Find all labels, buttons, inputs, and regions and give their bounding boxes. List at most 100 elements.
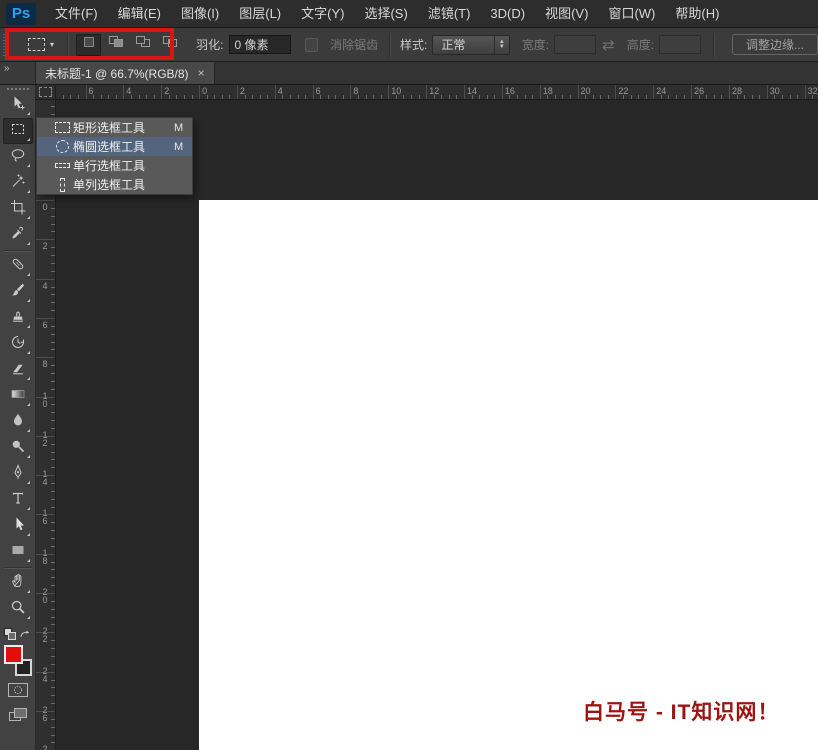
foreground-color-swatch[interactable] xyxy=(3,645,23,664)
ruler-tick xyxy=(36,357,55,359)
default-colors-icon[interactable] xyxy=(3,628,16,640)
ruler-tick xyxy=(214,95,216,99)
horizontal-ruler[interactable]: 6 4 2 0 2 4 6 8 10 12 14 16 18 20 22 24 26 28 30 32 xyxy=(56,85,818,100)
height-input[interactable] xyxy=(659,35,702,54)
flyout-item-rect-marquee[interactable]: 矩形选框工具 M xyxy=(37,118,192,137)
quick-mask-button[interactable] xyxy=(3,679,33,701)
ruler-tick xyxy=(577,85,579,99)
flyout-corner-icon xyxy=(26,403,30,406)
ruler-tick xyxy=(494,95,496,99)
blur-tool[interactable] xyxy=(3,409,33,435)
rectangular-marquee-tool-icon xyxy=(10,121,26,142)
ruler-label: 1 2 xyxy=(42,429,48,448)
antialias-label: 消除锯齿 xyxy=(330,38,379,52)
flyout-corner-icon xyxy=(26,559,30,562)
ruler-tick xyxy=(51,113,55,115)
subtract-from-selection-button[interactable] xyxy=(130,34,155,56)
style-select[interactable]: 正常 ▲ ▼ xyxy=(432,34,510,55)
ruler-tick xyxy=(51,255,55,256)
tab-close-icon[interactable]: × xyxy=(198,67,205,79)
flyout-item-ellipse-marquee[interactable]: 椭圆选框工具 M xyxy=(37,137,192,156)
menu-item-edit[interactable]: 编辑(E) xyxy=(108,0,171,28)
move-tool[interactable] xyxy=(3,92,33,118)
tools-panel-collapse-button[interactable]: » xyxy=(0,62,36,84)
eyedropper-tool[interactable] xyxy=(3,222,33,248)
intersect-selection-button[interactable] xyxy=(157,34,182,56)
flyout-item-single-row-marquee[interactable]: 单行选框工具 xyxy=(37,156,192,175)
ruler-tick xyxy=(51,703,55,704)
menu-item-layer[interactable]: 图层(L) xyxy=(229,0,291,28)
brush-tool[interactable] xyxy=(3,279,33,305)
menu-item-3d[interactable]: 3D(D) xyxy=(480,0,535,28)
screen-mode-button[interactable] xyxy=(3,704,33,726)
menu-item-view[interactable]: 视图(V) xyxy=(535,0,598,28)
type-tool[interactable] xyxy=(3,487,33,513)
ruler-tick xyxy=(274,85,276,99)
ruler-label: 24 xyxy=(656,86,667,96)
ruler-label: 2 6 xyxy=(42,704,48,723)
menu-item-help[interactable]: 帮助(H) xyxy=(665,0,729,28)
dodge-tool[interactable] xyxy=(3,435,33,461)
ruler-tick xyxy=(607,95,609,99)
clone-stamp-tool[interactable] xyxy=(3,305,33,331)
lasso-tool[interactable] xyxy=(3,144,33,170)
zoom-tool[interactable] xyxy=(3,596,33,622)
gradient-tool[interactable] xyxy=(3,383,33,409)
panel-grip[interactable] xyxy=(6,88,29,90)
rectangular-marquee-tool[interactable] xyxy=(2,118,33,144)
document-tab[interactable]: 未标题-1 @ 66.7%(RGB/8) × xyxy=(36,62,215,84)
hand-tool[interactable] xyxy=(3,570,33,596)
eraser-tool-icon xyxy=(10,360,26,381)
menu-item-select[interactable]: 选择(S) xyxy=(354,0,417,28)
swap-colors-icon[interactable] xyxy=(19,629,32,640)
ruler-tick xyxy=(418,95,420,99)
ruler-label: 2 0 xyxy=(42,587,48,605)
new-selection-button[interactable] xyxy=(76,33,102,56)
ruler-origin-corner[interactable] xyxy=(36,85,56,100)
ruler-tick xyxy=(36,200,55,201)
flyout-corner-icon xyxy=(26,377,30,380)
ruler-label: 2 4 xyxy=(42,665,48,684)
width-input[interactable] xyxy=(554,35,597,54)
history-brush-tool[interactable] xyxy=(3,331,33,357)
spot-healing-brush-tool[interactable] xyxy=(3,253,33,279)
menu-item-window[interactable]: 窗口(W) xyxy=(598,0,665,28)
ruler-tick xyxy=(51,490,55,492)
ruler-tick xyxy=(51,734,55,736)
pen-tool[interactable] xyxy=(3,461,33,487)
marquee-tools-flyout: 矩形选框工具 M 椭圆选框工具 M 单行选框工具 单列选框工具 xyxy=(36,117,193,195)
options-bar: ▾ 羽化: 消除锯齿 样式: 正常 ▲▼ 宽度: ⇄ 高度: 调整边缘... xyxy=(0,28,818,62)
menu-item-file[interactable]: 文件(F) xyxy=(45,0,108,28)
options-bar-grip[interactable] xyxy=(3,33,9,56)
flyout-item-label: 椭圆选框工具 xyxy=(73,140,146,154)
swap-dimensions-icon[interactable]: ⇄ xyxy=(602,36,615,54)
feather-input[interactable] xyxy=(228,35,291,54)
canvas[interactable] xyxy=(199,200,818,750)
path-selection-tool[interactable] xyxy=(3,513,33,539)
ruler-label: 4 xyxy=(277,86,283,96)
rectangle-tool[interactable] xyxy=(3,539,33,565)
ruler-tick xyxy=(51,585,55,587)
menu-item-type[interactable]: 文字(Y) xyxy=(291,0,354,28)
flyout-item-single-column-marquee[interactable]: 单列选框工具 xyxy=(37,175,192,194)
ruler-label: 6 xyxy=(42,319,48,330)
ruler-label: 14 xyxy=(467,86,478,96)
type-tool-icon xyxy=(10,490,26,511)
add-to-selection-button[interactable] xyxy=(103,34,128,56)
ruler-tick xyxy=(388,85,390,99)
refine-edge-button[interactable]: 调整边缘... xyxy=(732,34,818,55)
eraser-tool[interactable] xyxy=(3,357,33,383)
ruler-tick xyxy=(108,95,110,99)
vertical-ruler[interactable]: 0 2 4 6 8 1 0 1 2 1 4 1 6 1 8 2 0 2 2 2 4 2 6 2 8 xyxy=(36,100,56,750)
tool-preset-picker[interactable]: ▾ xyxy=(21,34,61,56)
menubar-items: 文件(F) 编辑(E) 图像(I) 图层(L) 文字(Y) 选择(S) 滤镜(T) 3D(D)… xyxy=(45,0,729,27)
ruler-tick xyxy=(562,95,564,99)
ruler-label: 2 xyxy=(42,241,48,252)
crop-tool[interactable] xyxy=(3,196,33,222)
magic-wand-tool[interactable] xyxy=(3,170,33,196)
menu-item-image[interactable]: 图像(I) xyxy=(171,0,229,28)
ruler-tick xyxy=(51,726,55,728)
menu-item-filter[interactable]: 滤镜(T) xyxy=(418,0,481,28)
flyout-corner-icon xyxy=(26,299,30,302)
antialias-checkbox[interactable] xyxy=(304,37,319,52)
